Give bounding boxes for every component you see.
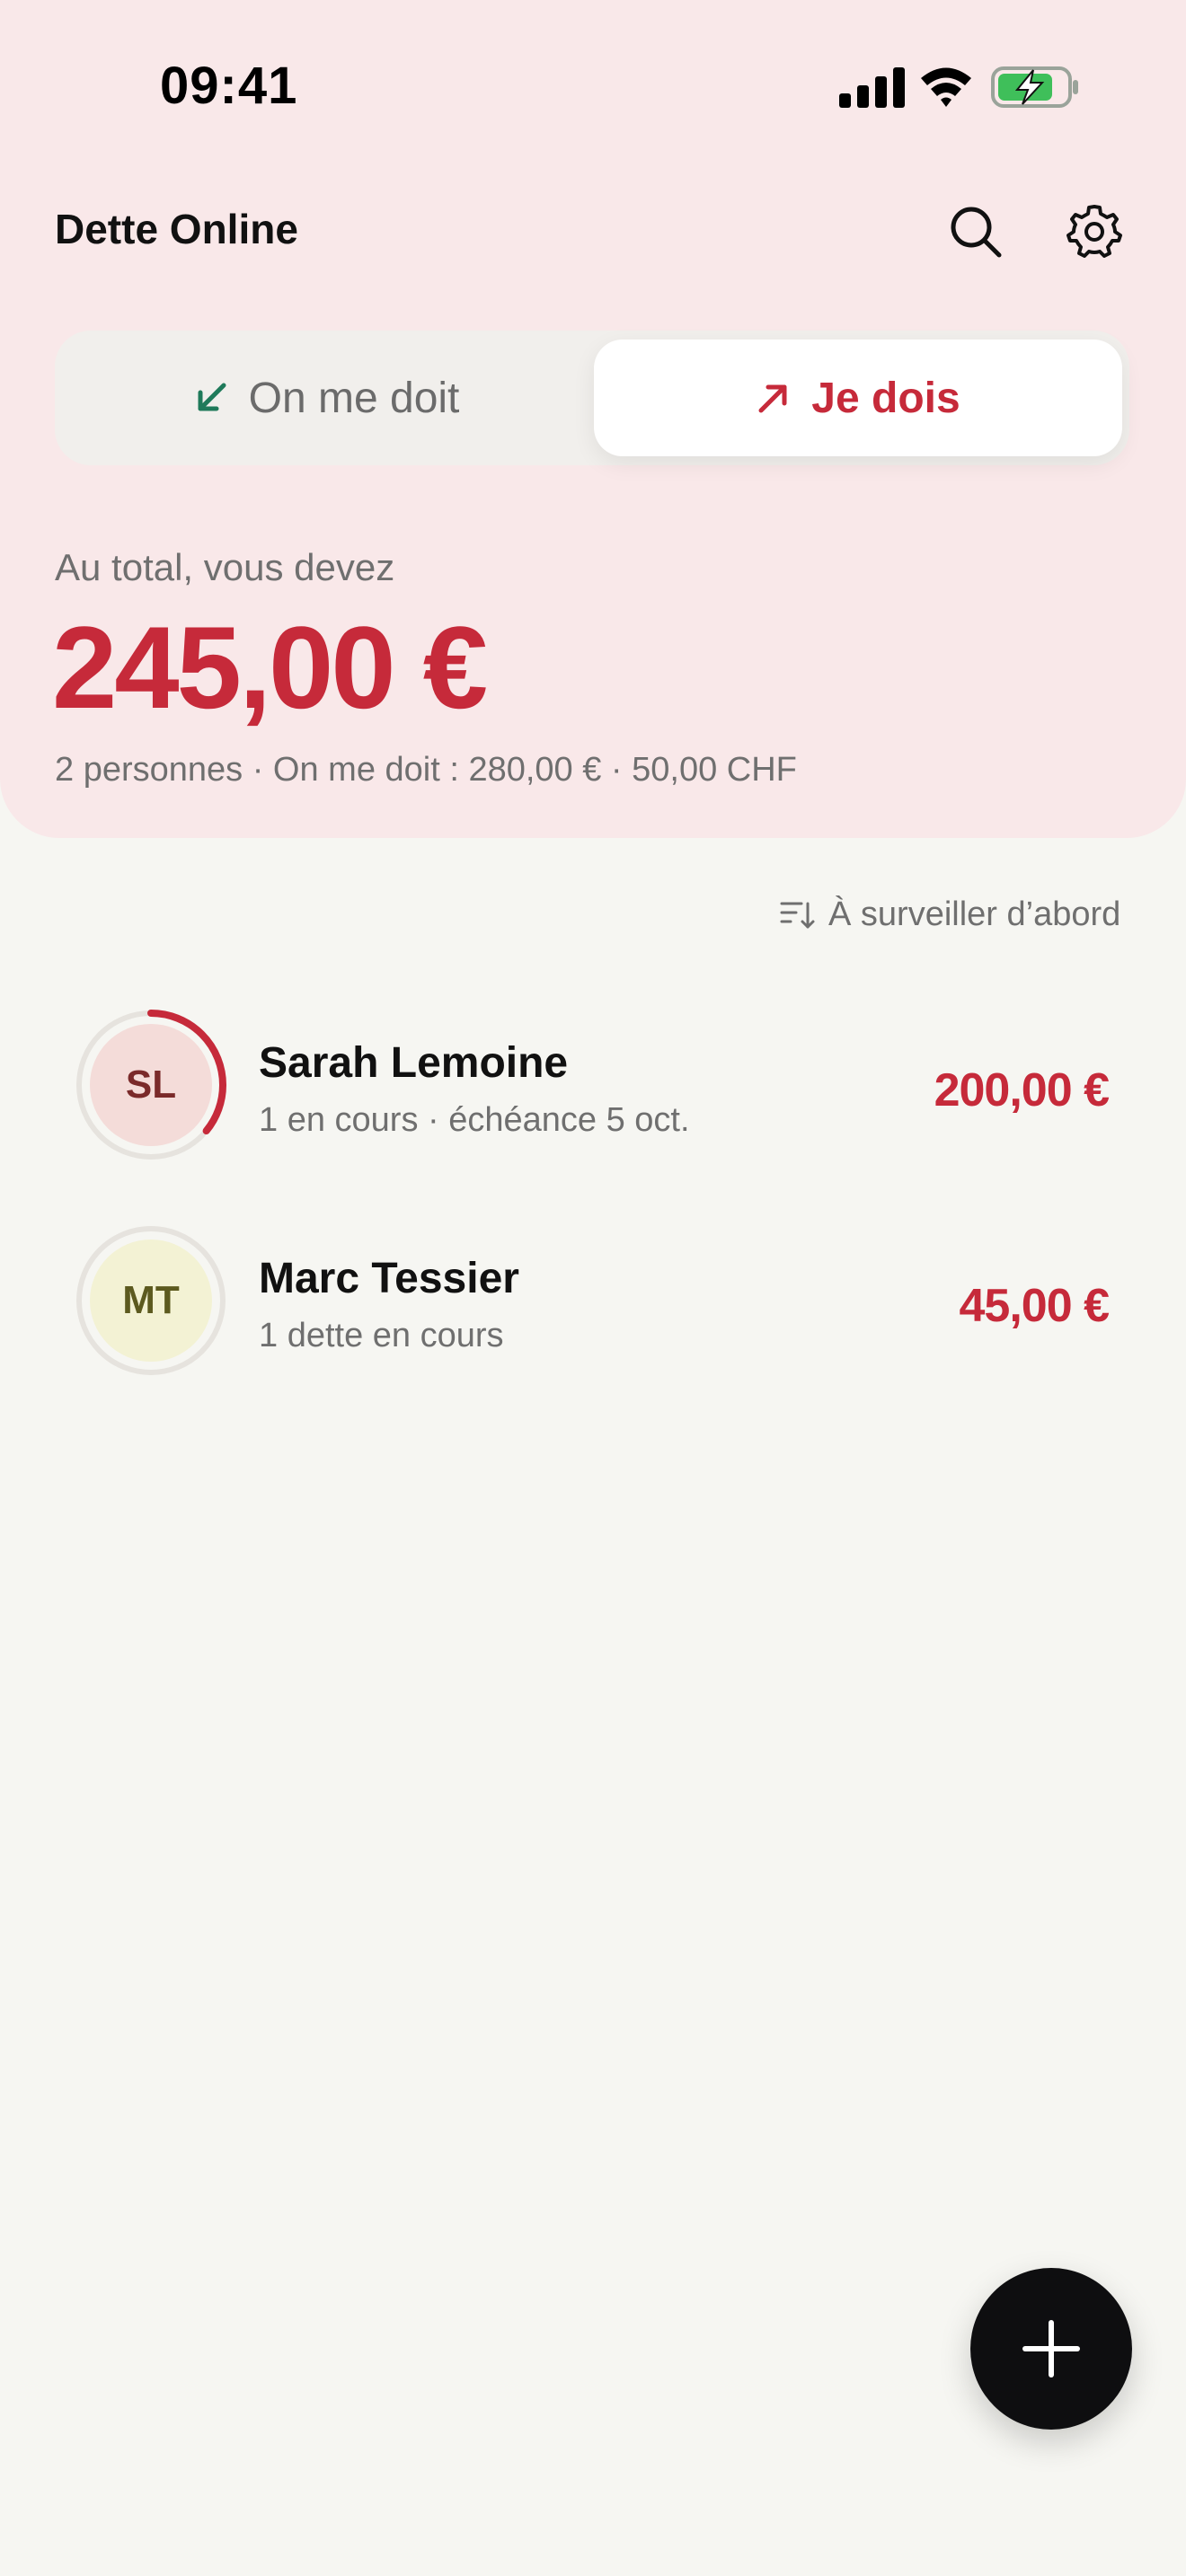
tab-label-on-me-doit: On me doit [248,374,460,422]
arrow-up-right-icon [758,384,787,413]
arrow-down-left-icon [198,383,226,411]
settings-button[interactable] [1058,196,1130,268]
tab-label-je-dois: Je dois [811,374,960,422]
person-name: Sarah Lemoine [259,1039,569,1087]
wifi-icon [921,67,971,107]
sort-button[interactable]: À surveiller d’abord [780,889,1120,940]
person-amount: 45,00 € [959,1280,1110,1332]
avatar-initials: MT [122,1278,180,1322]
app-title: Dette Online [55,206,298,252]
person-subtitle: 1 en cours · échéance 5 oct. [259,1101,690,1139]
status-icons [839,63,1082,118]
gear-icon [1067,205,1122,258]
debt-direction-segment: On me doit Je dois [55,331,1129,465]
search-icon [951,207,1002,258]
total-label: Au total, vous devez [55,546,395,588]
sort-icon [780,902,815,929]
person-amount: 200,00 € [934,1064,1110,1116]
sort-label: À surveiller d’abord [828,895,1121,933]
add-debt-button[interactable] [970,2268,1132,2430]
total-details: 2 personnes · On me doit : 280,00 € · 50… [55,751,797,789]
person-name: Marc Tessier [259,1255,519,1302]
person-row[interactable]: SL Sarah Lemoine 1 en cours · échéance 5… [0,997,1186,1177]
tab-on-me-doit[interactable]: On me doit [62,340,590,456]
battery-charging-icon [991,66,1078,108]
cellular-signal-icon [839,67,905,108]
search-button[interactable] [940,196,1012,268]
avatar: SL [72,1006,230,1164]
summary-header: 09:41 Dette Online On me doit Je dois Au… [0,0,1186,838]
plus-icon [1022,2320,1080,2378]
avatar-initials: SL [125,1063,177,1107]
tab-je-dois[interactable]: Je dois [594,340,1122,456]
total-amount: 245,00 € [52,602,488,733]
status-time: 09:41 [160,57,298,115]
person-row[interactable]: MT Marc Tessier 1 dette en cours 45,00 € [0,1213,1186,1392]
avatar: MT [72,1222,230,1380]
person-subtitle: 1 dette en cours [259,1317,504,1354]
